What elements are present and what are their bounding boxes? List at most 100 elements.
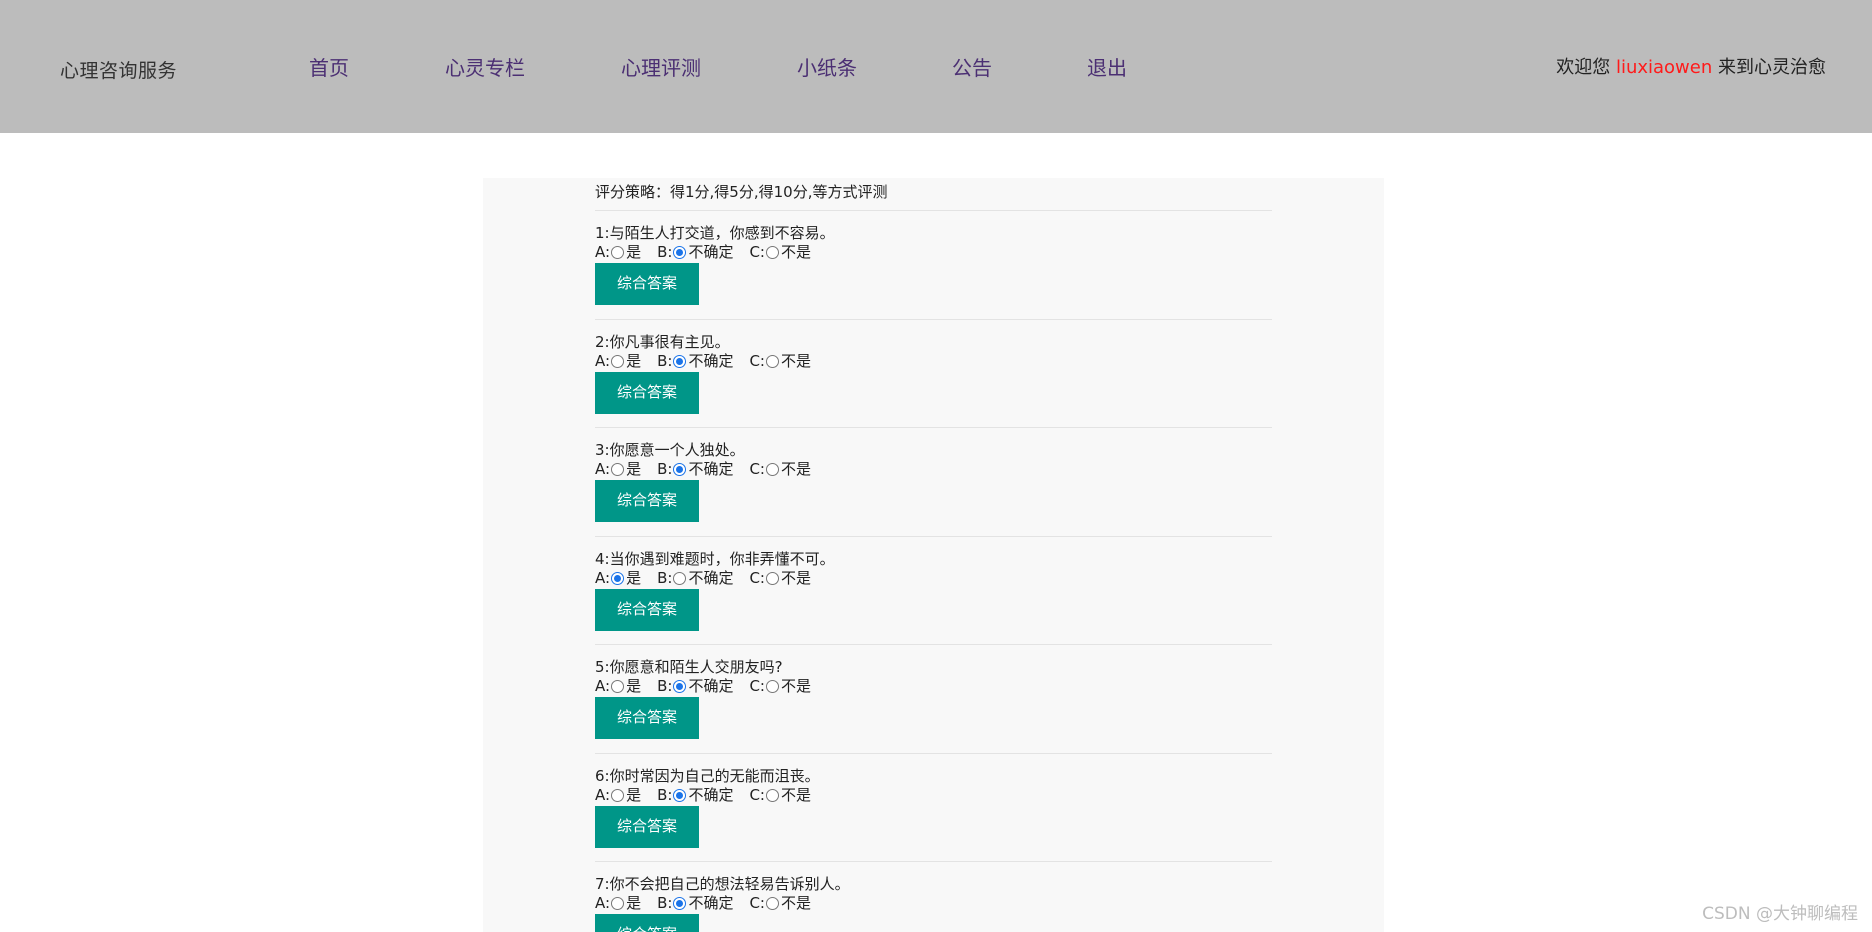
option-text: 是: [626, 894, 642, 912]
nav-psych-test[interactable]: 心理评测: [621, 52, 701, 81]
watermark: CSDN @大钟聊编程: [1702, 904, 1858, 924]
answer-option[interactable]: A: 是: [595, 894, 641, 913]
option-text: 是: [626, 243, 642, 261]
site-brand: 心理咨询服务: [60, 60, 178, 82]
answer-option[interactable]: B: 不确定: [657, 243, 733, 262]
radio-button[interactable]: [765, 788, 779, 802]
question-title: 4:当你遇到难题时，你非弄懂不可。: [595, 549, 835, 568]
answer-option[interactable]: B: 不确定: [657, 460, 733, 479]
option-text: 不是: [780, 894, 811, 912]
answer-option[interactable]: C: 不是: [749, 677, 811, 696]
radio-button[interactable]: [673, 788, 687, 802]
answer-options: A: 是 B: 不确定 C: 不是: [595, 677, 1272, 696]
option-text: 是: [626, 351, 642, 370]
option-text: 不是: [780, 351, 811, 370]
answer-option[interactable]: B: 不确定: [657, 352, 733, 371]
quiz-panel: 评分策略：得1分,得5分,得10分,等方式评测 1:与陌生人打交道，你感到不容易…: [483, 178, 1384, 932]
question-title: 2:你凡事很有主见。: [595, 332, 730, 351]
submit-answer-button[interactable]: 综合答案: [595, 914, 699, 932]
option-text: 不确定: [688, 785, 734, 804]
nav-announcements[interactable]: 公告: [952, 52, 992, 81]
radio-button[interactable]: [611, 571, 625, 585]
option-text: 不是: [780, 243, 811, 261]
radio-button[interactable]: [673, 246, 687, 259]
submit-answer-button[interactable]: 综合答案: [595, 371, 699, 414]
question-title: 7:你不会把自己的想法轻易告诉别人。: [595, 875, 850, 893]
radio-button[interactable]: [673, 463, 687, 476]
radio-button[interactable]: [673, 354, 687, 368]
radio-button[interactable]: [765, 354, 779, 368]
option-text: 不确定: [688, 677, 734, 695]
option-letter: C:: [749, 460, 765, 478]
answer-option[interactable]: B: 不确定: [657, 677, 733, 696]
radio-button[interactable]: [765, 680, 779, 693]
option-text: 是: [626, 785, 642, 804]
radio-button[interactable]: [765, 246, 779, 259]
scoring-strategy: 评分策略：得1分,得5分,得10分,等方式评测: [595, 183, 888, 201]
nav-notes[interactable]: 小纸条: [797, 52, 857, 81]
answer-option[interactable]: A: 是: [595, 243, 641, 262]
welcome-message: 欢迎您 liuxiaowen 来到心灵治愈: [1556, 57, 1826, 78]
option-letter: B:: [657, 785, 673, 804]
submit-answer-button[interactable]: 综合答案: [595, 697, 699, 739]
answer-option[interactable]: A: 是: [595, 677, 641, 696]
answer-option[interactable]: A: 是: [595, 460, 641, 479]
option-letter: C:: [749, 785, 765, 804]
question-title: 6:你时常因为自己的无能而沮丧。: [595, 766, 820, 785]
radio-button[interactable]: [611, 680, 625, 693]
option-text: 不确定: [688, 460, 734, 478]
option-letter: A:: [595, 351, 611, 370]
radio-button[interactable]: [611, 463, 625, 476]
option-text: 不是: [780, 677, 811, 695]
radio-button[interactable]: [611, 897, 625, 910]
question-list: 1:与陌生人打交道，你感到不容易。 A: 是 B: 不确定 C: 不是 综合答案 2:你凡事很有…: [595, 210, 1272, 932]
question-item: 5:你愿意和陌生人交朋友吗? A: 是 B: 不确定 C: 不是综合答案: [595, 644, 1272, 753]
nav-logout[interactable]: 退出: [1087, 52, 1127, 81]
option-text: 不是: [780, 568, 811, 587]
question-item: 2:你凡事很有主见。 A: 是 B: 不确定 C: 不是综合答案: [595, 318, 1272, 428]
answer-option[interactable]: C: 不是: [749, 352, 811, 371]
option-text: 不是: [780, 785, 811, 804]
question-title: 1:与陌生人打交道，你感到不容易。: [595, 224, 835, 242]
radio-button[interactable]: [673, 897, 687, 910]
answer-option[interactable]: A: 是: [595, 352, 641, 371]
answer-option[interactable]: C: 不是: [749, 569, 811, 588]
answer-option[interactable]: B: 不确定: [657, 569, 733, 588]
submit-answer-button[interactable]: 综合答案: [595, 588, 699, 631]
submit-answer-button[interactable]: 综合答案: [595, 805, 699, 848]
answer-option[interactable]: C: 不是: [749, 243, 811, 262]
nav-home[interactable]: 首页: [309, 52, 349, 81]
option-letter: C:: [749, 677, 765, 695]
submit-answer-button[interactable]: 综合答案: [595, 480, 699, 522]
option-letter: B:: [657, 460, 673, 478]
radio-button[interactable]: [611, 354, 625, 368]
radio-button[interactable]: [611, 246, 625, 259]
answer-options: A: 是 B: 不确定 C: 不是: [595, 569, 1272, 588]
nav-soul-column[interactable]: 心灵专栏: [445, 52, 525, 81]
radio-button[interactable]: [673, 571, 687, 585]
radio-button[interactable]: [765, 571, 779, 585]
top-navbar: 心理咨询服务 首页 心灵专栏 心理评测 小纸条 公告 退出 欢迎您 liuxia…: [0, 0, 1872, 133]
question-item: 6:你时常因为自己的无能而沮丧。 A: 是 B: 不确定 C: 不是综合答案: [595, 752, 1272, 862]
answer-options: A: 是 B: 不确定 C: 不是: [595, 460, 1272, 479]
option-text: 不确定: [688, 568, 734, 587]
answer-option[interactable]: A: 是: [595, 569, 641, 588]
question-title: 5:你愿意和陌生人交朋友吗?: [595, 658, 783, 676]
answer-option[interactable]: B: 不确定: [657, 786, 733, 805]
option-letter: C:: [749, 351, 765, 370]
radio-button[interactable]: [765, 463, 779, 476]
answer-option[interactable]: C: 不是: [749, 460, 811, 479]
option-letter: B:: [657, 568, 673, 587]
answer-option[interactable]: C: 不是: [749, 894, 811, 913]
answer-options: A: 是 B: 不确定 C: 不是: [595, 352, 1272, 371]
answer-option[interactable]: B: 不确定: [657, 894, 733, 913]
answer-option[interactable]: A: 是: [595, 786, 641, 805]
question-title: 3:你愿意一个人独处。: [595, 441, 745, 459]
answer-option[interactable]: C: 不是: [749, 786, 811, 805]
radio-button[interactable]: [611, 788, 625, 802]
submit-answer-button[interactable]: 综合答案: [595, 263, 699, 305]
option-letter: A:: [595, 243, 611, 261]
question-item: 3:你愿意一个人独处。 A: 是 B: 不确定 C: 不是综合答案: [595, 427, 1272, 536]
radio-button[interactable]: [673, 680, 687, 693]
radio-button[interactable]: [765, 897, 779, 910]
